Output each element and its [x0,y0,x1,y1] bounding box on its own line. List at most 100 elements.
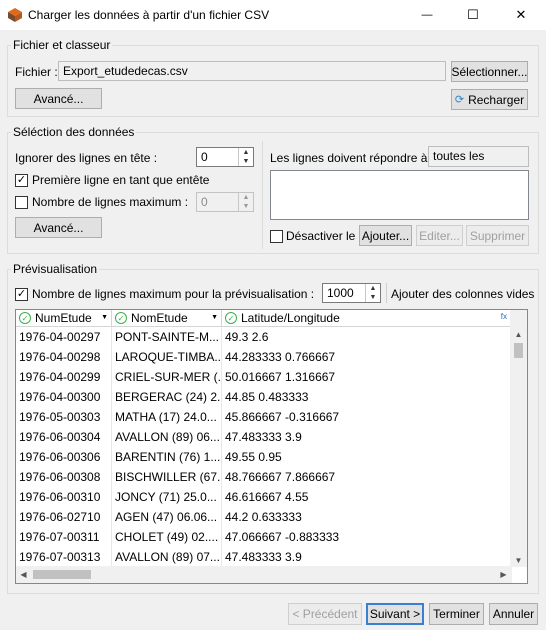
horizontal-scrollbar[interactable]: ◀ ▶ [16,566,512,583]
check-circle-icon: ✓ [19,312,31,324]
cell-latlon: 44.2 0.633333 [222,507,512,527]
table-row[interactable]: 1976-07-00311 CHOLET (49) 02.... 47.0666… [16,527,512,547]
column-header-numetude[interactable]: ✓ NumEtude ▼ [16,310,112,327]
check-icon: ✓ [16,174,27,186]
next-button[interactable]: Suivant > [366,603,424,625]
spin-down-icon[interactable]: ▼ [366,293,380,302]
cell-nometude: PONT-SAINTE-M... [112,327,222,347]
app-icon [7,7,23,23]
scroll-right-icon[interactable]: ▶ [496,566,511,583]
spin-up-icon[interactable]: ▲ [366,284,380,293]
file-group-label: Fichier et classeur [11,38,113,52]
reload-icon: ⟳ [454,94,465,106]
sort-arrow-icon[interactable]: ▼ [101,314,108,321]
cell-numetude: 1976-06-00306 [16,447,112,467]
reload-button[interactable]: ⟳ Recharger [451,89,528,110]
vertical-scrollbar[interactable]: ▲ ▼ [510,310,527,567]
scroll-left-icon[interactable]: ◀ [16,566,31,583]
preview-table[interactable]: ✓ NumEtude ▼ ✓ NomEtude ▼ ✓ Latitude/Lon… [15,309,528,584]
cell-numetude: 1976-07-00313 [16,547,112,567]
disable-conditions-label: Désactiver les [286,229,356,243]
cell-nometude: AVALLON (89) 07... [112,547,222,567]
disable-conditions-checkbox[interactable] [270,230,283,243]
select-file-button[interactable]: Sélectionner... [451,61,528,82]
table-row[interactable]: 1976-04-00298 LAROQUE-TIMBA... 44.283333… [16,347,512,367]
max-preview-spinner[interactable]: 1000 ▲ ▼ [322,283,381,303]
table-row[interactable]: 1976-04-00299 CRIEL-SUR-MER (... 50.0166… [16,367,512,387]
scroll-down-icon[interactable]: ▼ [510,553,527,567]
spinner-arrows[interactable]: ▲ ▼ [238,193,253,211]
conditions-select[interactable]: toutes les [428,146,529,167]
close-button[interactable]: ✕ [498,0,544,30]
cell-latlon: 50.016667 1.316667 [222,367,512,387]
max-lines-label: Nombre de lignes maximum : [32,195,189,209]
file-label: Fichier : [15,65,58,79]
table-row[interactable]: 1976-06-00310 JONCY (71) 25.0... 46.6166… [16,487,512,507]
max-preview-checkbox[interactable]: ✓ [15,288,28,301]
check-icon: ✓ [16,288,27,300]
max-lines-checkbox[interactable] [15,196,28,209]
minimize-icon: — [421,9,433,21]
column-header-label: NumEtude [35,311,92,325]
table-row[interactable]: 1976-06-00306 BARENTIN (76) 1... 49.55 0… [16,447,512,467]
delete-condition-button[interactable]: Supprimer [466,225,529,246]
cell-nometude: CHOLET (49) 02.... [112,527,222,547]
selection-advanced-button[interactable]: Avancé... [15,217,102,238]
cell-latlon: 48.766667 7.866667 [222,467,512,487]
cancel-button[interactable]: Annuler [489,603,538,625]
add-condition-button[interactable]: Ajouter... [359,225,412,246]
ignore-lines-spinner[interactable]: 0 ▲ ▼ [196,147,254,167]
cell-latlon: 47.483333 3.9 [222,547,512,567]
cell-numetude: 1976-04-00297 [16,327,112,347]
cell-nometude: JONCY (71) 25.0... [112,487,222,507]
ignore-lines-value: 0 [201,150,208,164]
file-advanced-button[interactable]: Avancé... [15,88,102,109]
cell-latlon: 47.066667 -0.883333 [222,527,512,547]
spin-up-icon[interactable]: ▲ [239,148,253,157]
cell-nometude: MATHA (17) 24.0... [112,407,222,427]
spin-down-icon[interactable]: ▼ [239,202,253,211]
window-title: Charger les données à partir d'un fichie… [28,8,270,22]
cell-latlon: 47.483333 3.9 [222,427,512,447]
max-lines-value: 0 [201,195,208,209]
horizontal-scroll-thumb[interactable] [33,570,91,579]
first-line-header-label: Première ligne en tant que entête [32,173,210,187]
minimize-button[interactable]: — [404,0,450,30]
finish-button[interactable]: Terminer [429,603,484,625]
conditions-label: Les lignes doivent répondre à [270,151,428,165]
spinner-arrows[interactable]: ▲ ▼ [365,284,380,302]
sort-arrow-icon[interactable]: ▼ [211,314,218,321]
column-header-latlon[interactable]: ✓ Latitude/Longitude fx [222,310,512,327]
ignore-lines-label: Ignorer des lignes en tête : [15,151,158,165]
column-header-label: NomEtude [131,311,188,325]
table-row[interactable]: 1976-06-00304 AVALLON (89) 06... 47.4833… [16,427,512,447]
conditions-list[interactable] [270,170,529,220]
table-row[interactable]: 1976-07-00313 AVALLON (89) 07... 47.4833… [16,547,512,567]
column-type-icon: fx [500,312,507,321]
spin-down-icon[interactable]: ▼ [239,157,253,166]
separator [386,283,387,303]
cell-latlon: 46.616667 4.55 [222,487,512,507]
first-line-header-checkbox[interactable]: ✓ [15,174,28,187]
maximize-button[interactable]: ☐ [450,0,496,30]
maximize-icon: ☐ [467,7,479,22]
max-lines-spinner[interactable]: 0 ▲ ▼ [196,192,254,212]
spinner-arrows[interactable]: ▲ ▼ [238,148,253,166]
previous-button[interactable]: < Précédent [288,603,362,625]
cell-latlon: 44.85 0.483333 [222,387,512,407]
cell-nometude: BARENTIN (76) 1... [112,447,222,467]
scroll-up-icon[interactable]: ▲ [510,327,527,341]
table-row[interactable]: 1976-06-02710 AGEN (47) 06.06... 44.2 0.… [16,507,512,527]
cell-nometude: BISCHWILLER (67... [112,467,222,487]
spin-up-icon[interactable]: ▲ [239,193,253,202]
table-row[interactable]: 1976-04-00297 PONT-SAINTE-M... 49.3 2.6 [16,327,512,347]
edit-condition-button[interactable]: Editer... [416,225,463,246]
column-header-nometude[interactable]: ✓ NomEtude ▼ [112,310,222,327]
vertical-scroll-thumb[interactable] [514,343,523,358]
file-path-field[interactable]: Export_etudedecas.csv [58,61,446,81]
table-row[interactable]: 1976-04-00300 BERGERAC (24) 2... 44.85 0… [16,387,512,407]
cell-nometude: LAROQUE-TIMBA... [112,347,222,367]
table-row[interactable]: 1976-05-00303 MATHA (17) 24.0... 45.8666… [16,407,512,427]
cell-nometude: AGEN (47) 06.06... [112,507,222,527]
table-row[interactable]: 1976-06-00308 BISCHWILLER (67... 48.7666… [16,467,512,487]
